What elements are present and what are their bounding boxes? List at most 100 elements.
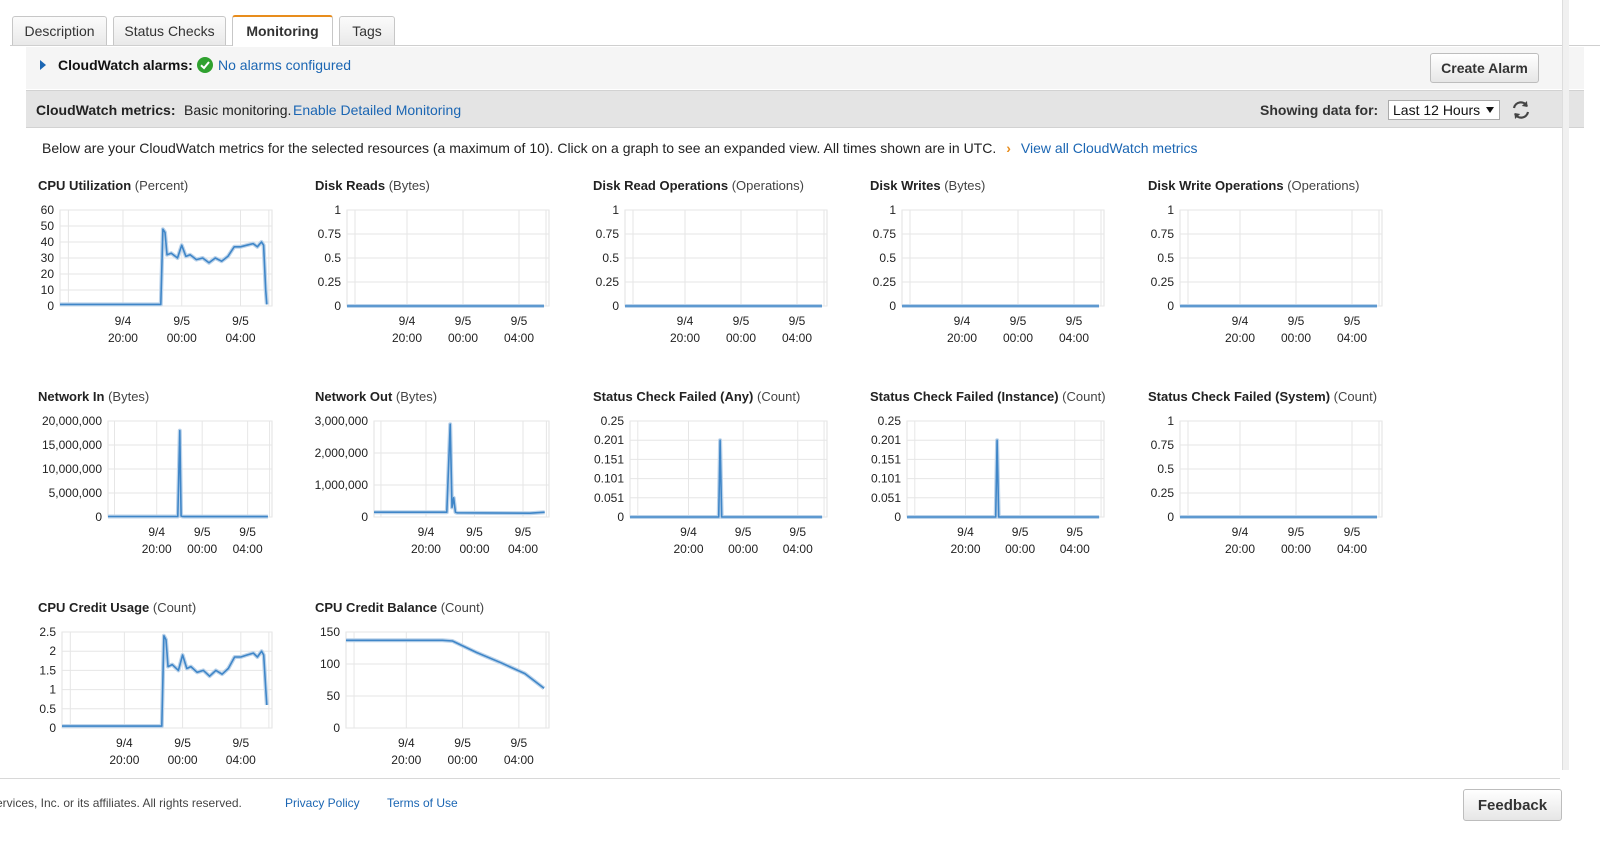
graph-title: CPU Utilization (Percent) [38, 178, 188, 193]
y-tick-label: 0 [361, 510, 368, 524]
view-all-metrics-link[interactable]: View all CloudWatch metrics [1021, 140, 1198, 156]
graph-title-unit: (Count) [753, 389, 801, 404]
check-circle-icon [197, 57, 213, 73]
graph-title-name: Disk Writes [870, 178, 941, 193]
metric-graph[interactable]: Disk Writes (Bytes) 1 0.75 0.5 0.25 0 9/4 20:00… [870, 178, 1140, 378]
x-tick-label: 20:00 [950, 542, 980, 556]
graph-title-unit: (Count) [437, 600, 485, 615]
graph-title-unit: (Operations) [1283, 178, 1360, 193]
y-tick-label: 0.75 [873, 227, 897, 241]
enable-detailed-monitoring-link[interactable]: Enable Detailed Monitoring [293, 102, 461, 118]
x-tick-label: 00:00 [1005, 542, 1035, 556]
y-tick-label: 0 [334, 299, 341, 313]
graph-canvas: 3,000,000 2,000,000 1,000,000 0 9/4 20:00 9/5 0… [315, 414, 550, 556]
x-tick-label: 9/4 [148, 525, 165, 539]
x-tick-label: 9/5 [1066, 314, 1083, 328]
metric-graph[interactable]: CPU Credit Balance (Count) 150 100 50 0 9/4 20… [315, 600, 585, 800]
y-tick-label: 1 [49, 683, 56, 697]
expand-triangle-icon[interactable] [40, 60, 46, 70]
x-tick-label: 9/5 [232, 736, 249, 750]
metric-graph[interactable]: CPU Utilization (Percent) 60 50 40 30 20 10 0 9/… [38, 178, 308, 378]
graph-canvas: 20,000,000 15,000,000 10,000,000 5,000,000 0… [42, 414, 273, 556]
tab-monitoring[interactable]: Monitoring [232, 15, 333, 46]
y-tick-label: 0.051 [594, 491, 624, 505]
time-range-value: Last 12 Hours [1393, 102, 1481, 118]
x-tick-label: 00:00 [459, 542, 489, 556]
x-tick-label: 9/5 [173, 314, 190, 328]
metric-graph[interactable]: Network Out (Bytes) 3,000,000 2,000,000 1,0… [315, 389, 585, 589]
x-tick-label: 9/5 [1066, 525, 1083, 539]
y-tick-label: 15,000,000 [42, 438, 102, 452]
y-tick-label: 0 [889, 299, 896, 313]
x-tick-label: 20:00 [1225, 542, 1255, 556]
graph-title: Disk Reads (Bytes) [315, 178, 430, 193]
graph-canvas: 0.25 0.201 0.151 0.101 0.051 0 9/4 20:00 9/5 00:0… [594, 414, 828, 556]
metric-graph[interactable]: Status Check Failed (Instance) (Count) 0.… [870, 389, 1140, 589]
graph-title: Status Check Failed (Instance) (Count) [870, 389, 1106, 404]
privacy-policy-link[interactable]: Privacy Policy [285, 796, 360, 810]
y-tick-label: 30 [41, 251, 55, 265]
y-tick-label: 0.25 [878, 414, 902, 428]
y-tick-label: 3,000,000 [315, 414, 369, 428]
x-tick-label: 9/5 [515, 525, 532, 539]
x-tick-label: 04:00 [508, 542, 538, 556]
no-alarms-link[interactable]: No alarms configured [218, 57, 351, 73]
y-tick-label: 1 [1167, 414, 1174, 428]
metric-graph[interactable]: Network In (Bytes) 20,000,000 15,000,000 10… [38, 389, 308, 589]
metric-graph[interactable]: CPU Credit Usage (Count) 2.5 2 1.5 1 0.5 0 9/4 2… [38, 600, 308, 800]
graph-title-name: CPU Credit Usage [38, 600, 150, 615]
metric-graph[interactable]: Disk Reads (Bytes) 1 0.75 0.5 0.25 0 9/4 20:00 9… [315, 178, 585, 378]
x-tick-label: 04:00 [783, 542, 813, 556]
refresh-icon[interactable] [1510, 99, 1532, 121]
tab-status-checks[interactable]: Status Checks [113, 16, 226, 45]
graph-title-name: Network Out [315, 389, 393, 404]
y-tick-label: 0.5 [879, 251, 896, 265]
y-tick-label: 0.101 [871, 472, 901, 486]
y-tick-label: 0.201 [871, 433, 901, 447]
graph-canvas: 60 50 40 30 20 10 0 9/4 20:00 9/5 00:00 9/5 04:00 [41, 203, 273, 345]
y-tick-label: 0 [47, 299, 54, 313]
y-tick-label: 0.25 [1151, 486, 1175, 500]
chevron-right-icon: › [1006, 140, 1011, 156]
x-tick-label: 9/4 [1232, 314, 1249, 328]
metric-graph[interactable]: Status Check Failed (Any) (Count) 0.25 0.2… [593, 389, 863, 589]
y-tick-label: 0.25 [318, 275, 342, 289]
y-tick-label: 10 [41, 283, 55, 297]
x-tick-label: 9/4 [954, 314, 971, 328]
x-tick-label: 20:00 [391, 753, 421, 767]
graph-title-unit: (Count) [1058, 389, 1106, 404]
tab-tags[interactable]: Tags [339, 16, 395, 45]
alarms-label: CloudWatch alarms: [58, 57, 193, 73]
feedback-button[interactable]: Feedback [1463, 789, 1562, 821]
x-tick-label: 9/4 [398, 736, 415, 750]
x-tick-label: 20:00 [673, 542, 703, 556]
y-tick-label: 50 [41, 219, 55, 233]
metric-graph[interactable]: Status Check Failed (System) (Count) 1 0.7… [1148, 389, 1418, 589]
x-tick-label: 00:00 [1281, 331, 1311, 345]
x-tick-label: 9/5 [511, 736, 528, 750]
graph-title-name: Network In [38, 389, 105, 404]
tab-description[interactable]: Description [12, 16, 107, 45]
graph-title: Network In (Bytes) [38, 389, 149, 404]
y-tick-label: 0.75 [1151, 227, 1175, 241]
y-tick-label: 0.25 [1151, 275, 1175, 289]
x-tick-label: 9/5 [455, 314, 472, 328]
x-tick-label: 9/5 [511, 314, 528, 328]
y-tick-label: 150 [320, 625, 340, 639]
y-tick-label: 1 [334, 203, 341, 217]
y-tick-label: 2,000,000 [315, 446, 369, 460]
x-tick-label: 9/4 [399, 314, 416, 328]
metric-graph[interactable]: Disk Write Operations (Operations) 1 0.75 0… [1148, 178, 1418, 378]
graph-title-name: Status Check Failed (Instance) [870, 389, 1059, 404]
time-range-select[interactable]: Last 12 Hours [1388, 100, 1500, 120]
scrollbar[interactable] [1562, 0, 1569, 770]
metrics-info: Below are your CloudWatch metrics for th… [42, 140, 1198, 156]
metric-graph[interactable]: Disk Read Operations (Operations) 1 0.75 0.… [593, 178, 863, 378]
x-tick-label: 20:00 [108, 331, 138, 345]
terms-of-use-link[interactable]: Terms of Use [387, 796, 458, 810]
create-alarm-button[interactable]: Create Alarm [1430, 53, 1539, 83]
x-tick-label: 9/5 [1344, 525, 1361, 539]
y-tick-label: 0.75 [596, 227, 620, 241]
y-tick-label: 0.25 [601, 414, 625, 428]
x-tick-label: 9/5 [789, 314, 806, 328]
